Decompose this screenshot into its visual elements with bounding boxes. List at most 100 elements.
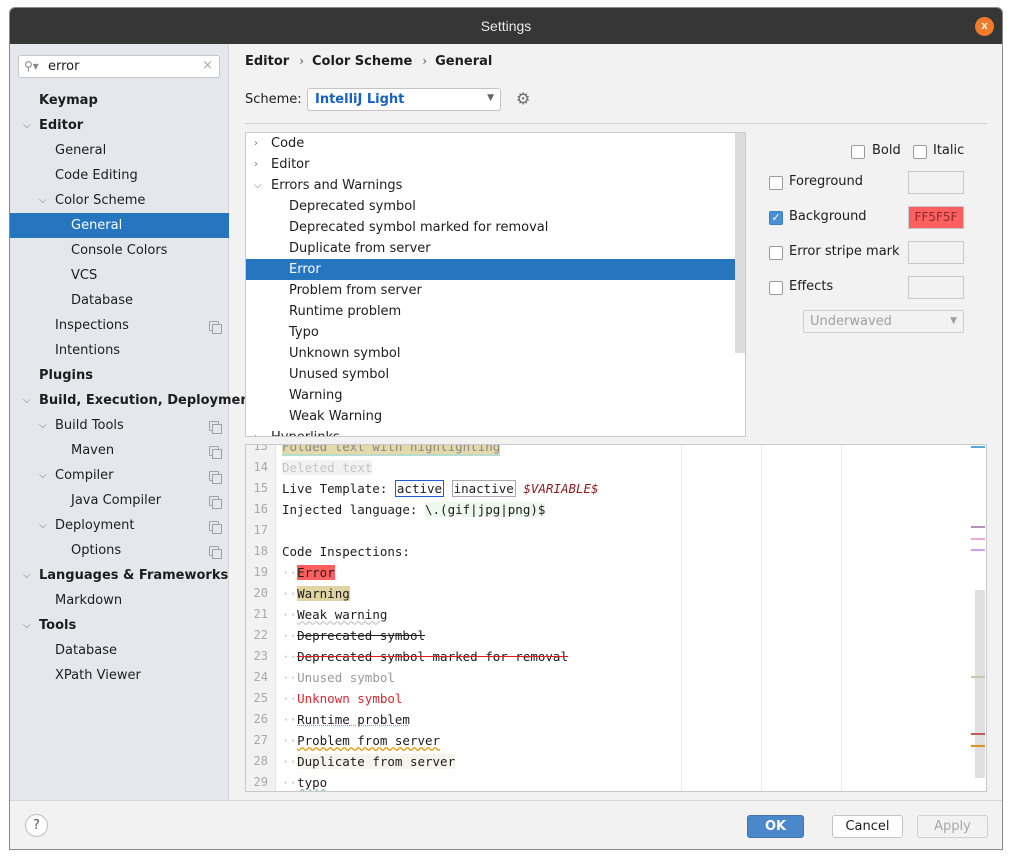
scheme-dropdown[interactable]: IntelliJ Light ▼: [307, 88, 501, 111]
attribute-row[interactable]: Deprecated symbol: [246, 196, 745, 217]
error-stripe-color-swatch[interactable]: [908, 241, 964, 264]
chevron-down-icon[interactable]: ⌵: [39, 463, 47, 488]
sidebar-item-editor[interactable]: ⌵ Editor: [10, 113, 229, 138]
clear-search-icon[interactable]: ×: [202, 58, 213, 73]
bold-label: Bold: [872, 143, 901, 158]
sidebar-item-label: Editor: [39, 118, 84, 133]
attribute-row[interactable]: Unknown symbol: [246, 343, 745, 364]
whitespace-marker: ··: [282, 712, 298, 727]
sidebar-item-keymap[interactable]: Keymap: [10, 88, 229, 113]
sidebar-item-markdown[interactable]: Markdown: [10, 588, 229, 613]
sidebar-item-console-colors[interactable]: Console Colors: [10, 238, 229, 263]
attribute-row[interactable]: Runtime problem: [246, 301, 745, 322]
chevron-down-icon[interactable]: ⌵: [39, 188, 47, 213]
sidebar-item-vcs[interactable]: VCS: [10, 263, 229, 288]
sidebar-item-label: Console Colors: [71, 243, 168, 258]
help-button[interactable]: ?: [25, 814, 48, 837]
attribute-row[interactable]: › Code: [246, 133, 745, 154]
sidebar-item-intentions[interactable]: Intentions: [10, 338, 229, 363]
sidebar-item-code-editing[interactable]: Code Editing: [10, 163, 229, 188]
project-scope-icon: [209, 421, 222, 434]
code-text: Folded text with highlighting: [282, 445, 501, 457]
sidebar-item-general[interactable]: General: [10, 213, 229, 238]
preview-scrollbar[interactable]: [975, 590, 985, 778]
settings-search-input[interactable]: ⚲▾ error ×: [18, 55, 220, 78]
sidebar-item-deployment[interactable]: ⌵ Deployment: [10, 513, 229, 538]
chevron-down-icon[interactable]: ⌵: [39, 413, 47, 438]
attribute-row[interactable]: Deprecated symbol marked for removal: [246, 217, 745, 238]
bold-checkbox[interactable]: [851, 145, 865, 159]
color-preview-editor[interactable]: 13 Folded text with highlighting 14 Deleted…: [245, 444, 987, 792]
attributes-scrollbar[interactable]: [735, 133, 745, 353]
background-color-swatch[interactable]: FF5F5F: [908, 206, 964, 229]
chevron-right-icon[interactable]: ›: [254, 133, 258, 154]
sidebar-item-languages-frameworks[interactable]: ⌵ Languages & Frameworks: [10, 563, 229, 588]
breadcrumb-color-scheme[interactable]: Color Scheme: [312, 54, 412, 69]
chevron-down-icon[interactable]: ⌵: [23, 563, 31, 588]
cancel-button[interactable]: Cancel: [832, 815, 903, 838]
sidebar-item-maven[interactable]: Maven: [10, 438, 229, 463]
breadcrumb-separator: ›: [422, 54, 428, 68]
attribute-row[interactable]: Warning: [246, 385, 745, 406]
sidebar-item-xpath-viewer[interactable]: XPath Viewer: [10, 663, 229, 688]
foreground-color-swatch[interactable]: [908, 171, 964, 194]
line-number: 27: [253, 733, 268, 747]
sidebar-item-database[interactable]: Database: [10, 288, 229, 313]
code-line: 24 ··Unused symbol: [246, 667, 986, 688]
effects-type-dropdown[interactable]: Underwaved ▼: [803, 310, 964, 333]
attribute-row[interactable]: Unused symbol: [246, 364, 745, 385]
attribute-row[interactable]: › Editor: [246, 154, 745, 175]
sidebar-item-build-execution-deployment[interactable]: ⌵ Build, Execution, Deployment: [10, 388, 256, 413]
breadcrumb-editor[interactable]: Editor: [245, 54, 289, 69]
error-stripe-marker[interactable]: [971, 526, 985, 528]
ok-button[interactable]: OK: [747, 815, 804, 838]
chevron-down-icon[interactable]: ⌵: [23, 613, 31, 638]
sidebar-item-plugins[interactable]: Plugins: [10, 363, 229, 388]
gear-icon[interactable]: ⚙: [516, 89, 530, 108]
chevron-down-icon[interactable]: ⌵: [23, 388, 31, 413]
effects-color-swatch[interactable]: [908, 276, 964, 299]
chevron-right-icon[interactable]: ›: [254, 427, 258, 436]
sidebar-item-color-scheme[interactable]: ⌵ Color Scheme: [10, 188, 229, 213]
sidebar-item-java-compiler[interactable]: Java Compiler: [10, 488, 229, 513]
chevron-down-icon[interactable]: ⌵: [39, 513, 47, 538]
sidebar-item-database[interactable]: Database: [10, 638, 229, 663]
close-button[interactable]: x: [975, 17, 994, 36]
error-stripe-marker[interactable]: [971, 446, 985, 448]
italic-checkbox[interactable]: [913, 145, 927, 159]
sidebar-item-compiler[interactable]: ⌵ Compiler: [10, 463, 229, 488]
sidebar-item-options[interactable]: Options: [10, 538, 229, 563]
foreground-checkbox[interactable]: [769, 176, 783, 190]
code-token-injected: \.(gif|jpg|png)$: [425, 502, 546, 517]
attribute-row[interactable]: Problem from server: [246, 280, 745, 301]
error-stripe-checkbox[interactable]: [769, 246, 783, 260]
error-stripe-marker[interactable]: [971, 538, 985, 540]
attributes-tree: › Code › Editor ⌵ Errors and Warnings Deprecat…: [245, 132, 746, 437]
attribute-row[interactable]: Weak Warning: [246, 406, 745, 427]
attribute-row[interactable]: Typo: [246, 322, 745, 343]
settings-sidebar: ⚲▾ error × Keymap ⌵ Editor General Code Edit…: [10, 44, 256, 800]
whitespace-marker: ··: [282, 586, 298, 601]
sidebar-item-general[interactable]: General: [10, 138, 229, 163]
search-value: error: [48, 59, 80, 74]
error-stripe-marker[interactable]: [971, 676, 985, 678]
sidebar-item-label: Options: [71, 543, 122, 558]
error-stripe-marker[interactable]: [971, 745, 985, 747]
effects-checkbox[interactable]: [769, 281, 783, 295]
attribute-row[interactable]: ⌵ Errors and Warnings: [246, 175, 745, 196]
chevron-right-icon[interactable]: ›: [254, 154, 258, 175]
chevron-down-icon[interactable]: ⌵: [23, 113, 31, 138]
background-checkbox[interactable]: ✓: [769, 211, 783, 225]
sidebar-item-tools[interactable]: ⌵ Tools: [10, 613, 229, 638]
attribute-row[interactable]: Error: [246, 259, 745, 280]
attribute-row[interactable]: Duplicate from server: [246, 238, 745, 259]
apply-button[interactable]: Apply: [917, 815, 988, 838]
sidebar-item-inspections[interactable]: Inspections: [10, 313, 229, 338]
attribute-row[interactable]: › Hyperlinks: [246, 427, 745, 436]
code-line: 26 ··Runtime problem: [246, 709, 986, 730]
sidebar-item-build-tools[interactable]: ⌵ Build Tools: [10, 413, 229, 438]
error-stripe-marker[interactable]: [971, 549, 985, 551]
error-stripe-marker[interactable]: [971, 733, 985, 735]
chevron-down-icon[interactable]: ⌵: [254, 175, 262, 196]
code-text: ··Deprecated symbol marked for removal: [282, 646, 568, 667]
